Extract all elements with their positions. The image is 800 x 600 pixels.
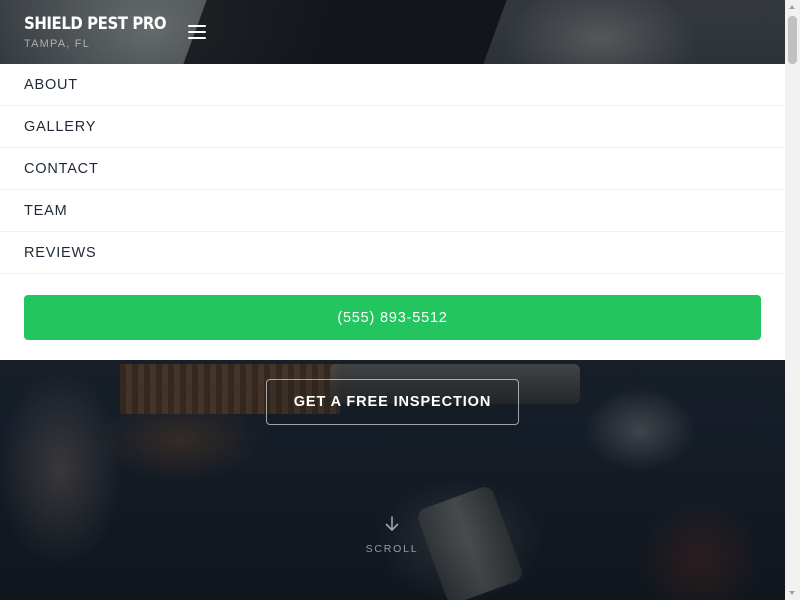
- page-scrollbar[interactable]: [785, 0, 800, 600]
- nav-item-team[interactable]: TEAM: [0, 190, 785, 232]
- scroll-indicator[interactable]: SCROLL: [352, 516, 432, 555]
- scrollbar-thumb[interactable]: [788, 16, 797, 64]
- site-header: SHIELD PEST PRO TAMPA, FL: [0, 0, 785, 64]
- hamburger-icon[interactable]: [184, 20, 210, 44]
- nav-item-reviews[interactable]: REVIEWS: [0, 232, 785, 274]
- brand-location: TAMPA, FL: [24, 38, 91, 50]
- hamburger-line: [188, 37, 206, 39]
- nav-item-gallery[interactable]: GALLERY: [0, 106, 785, 148]
- brand-name[interactable]: SHIELD PEST PRO: [24, 14, 167, 34]
- scroll-down-icon[interactable]: [789, 591, 795, 595]
- hamburger-line: [188, 25, 206, 27]
- scroll-label: SCROLL: [365, 543, 419, 555]
- hamburger-line: [188, 31, 206, 33]
- mobile-nav-menu: ABOUT GALLERY CONTACT TEAM REVIEWS (555)…: [0, 64, 785, 360]
- phone-call-button[interactable]: (555) 893-5512: [24, 295, 761, 340]
- nav-item-contact[interactable]: CONTACT: [0, 148, 785, 190]
- free-inspection-button[interactable]: GET A FREE INSPECTION: [266, 379, 519, 425]
- scroll-up-icon[interactable]: [789, 5, 795, 9]
- nav-item-about[interactable]: ABOUT: [0, 64, 785, 106]
- arrow-down-icon: [385, 516, 399, 531]
